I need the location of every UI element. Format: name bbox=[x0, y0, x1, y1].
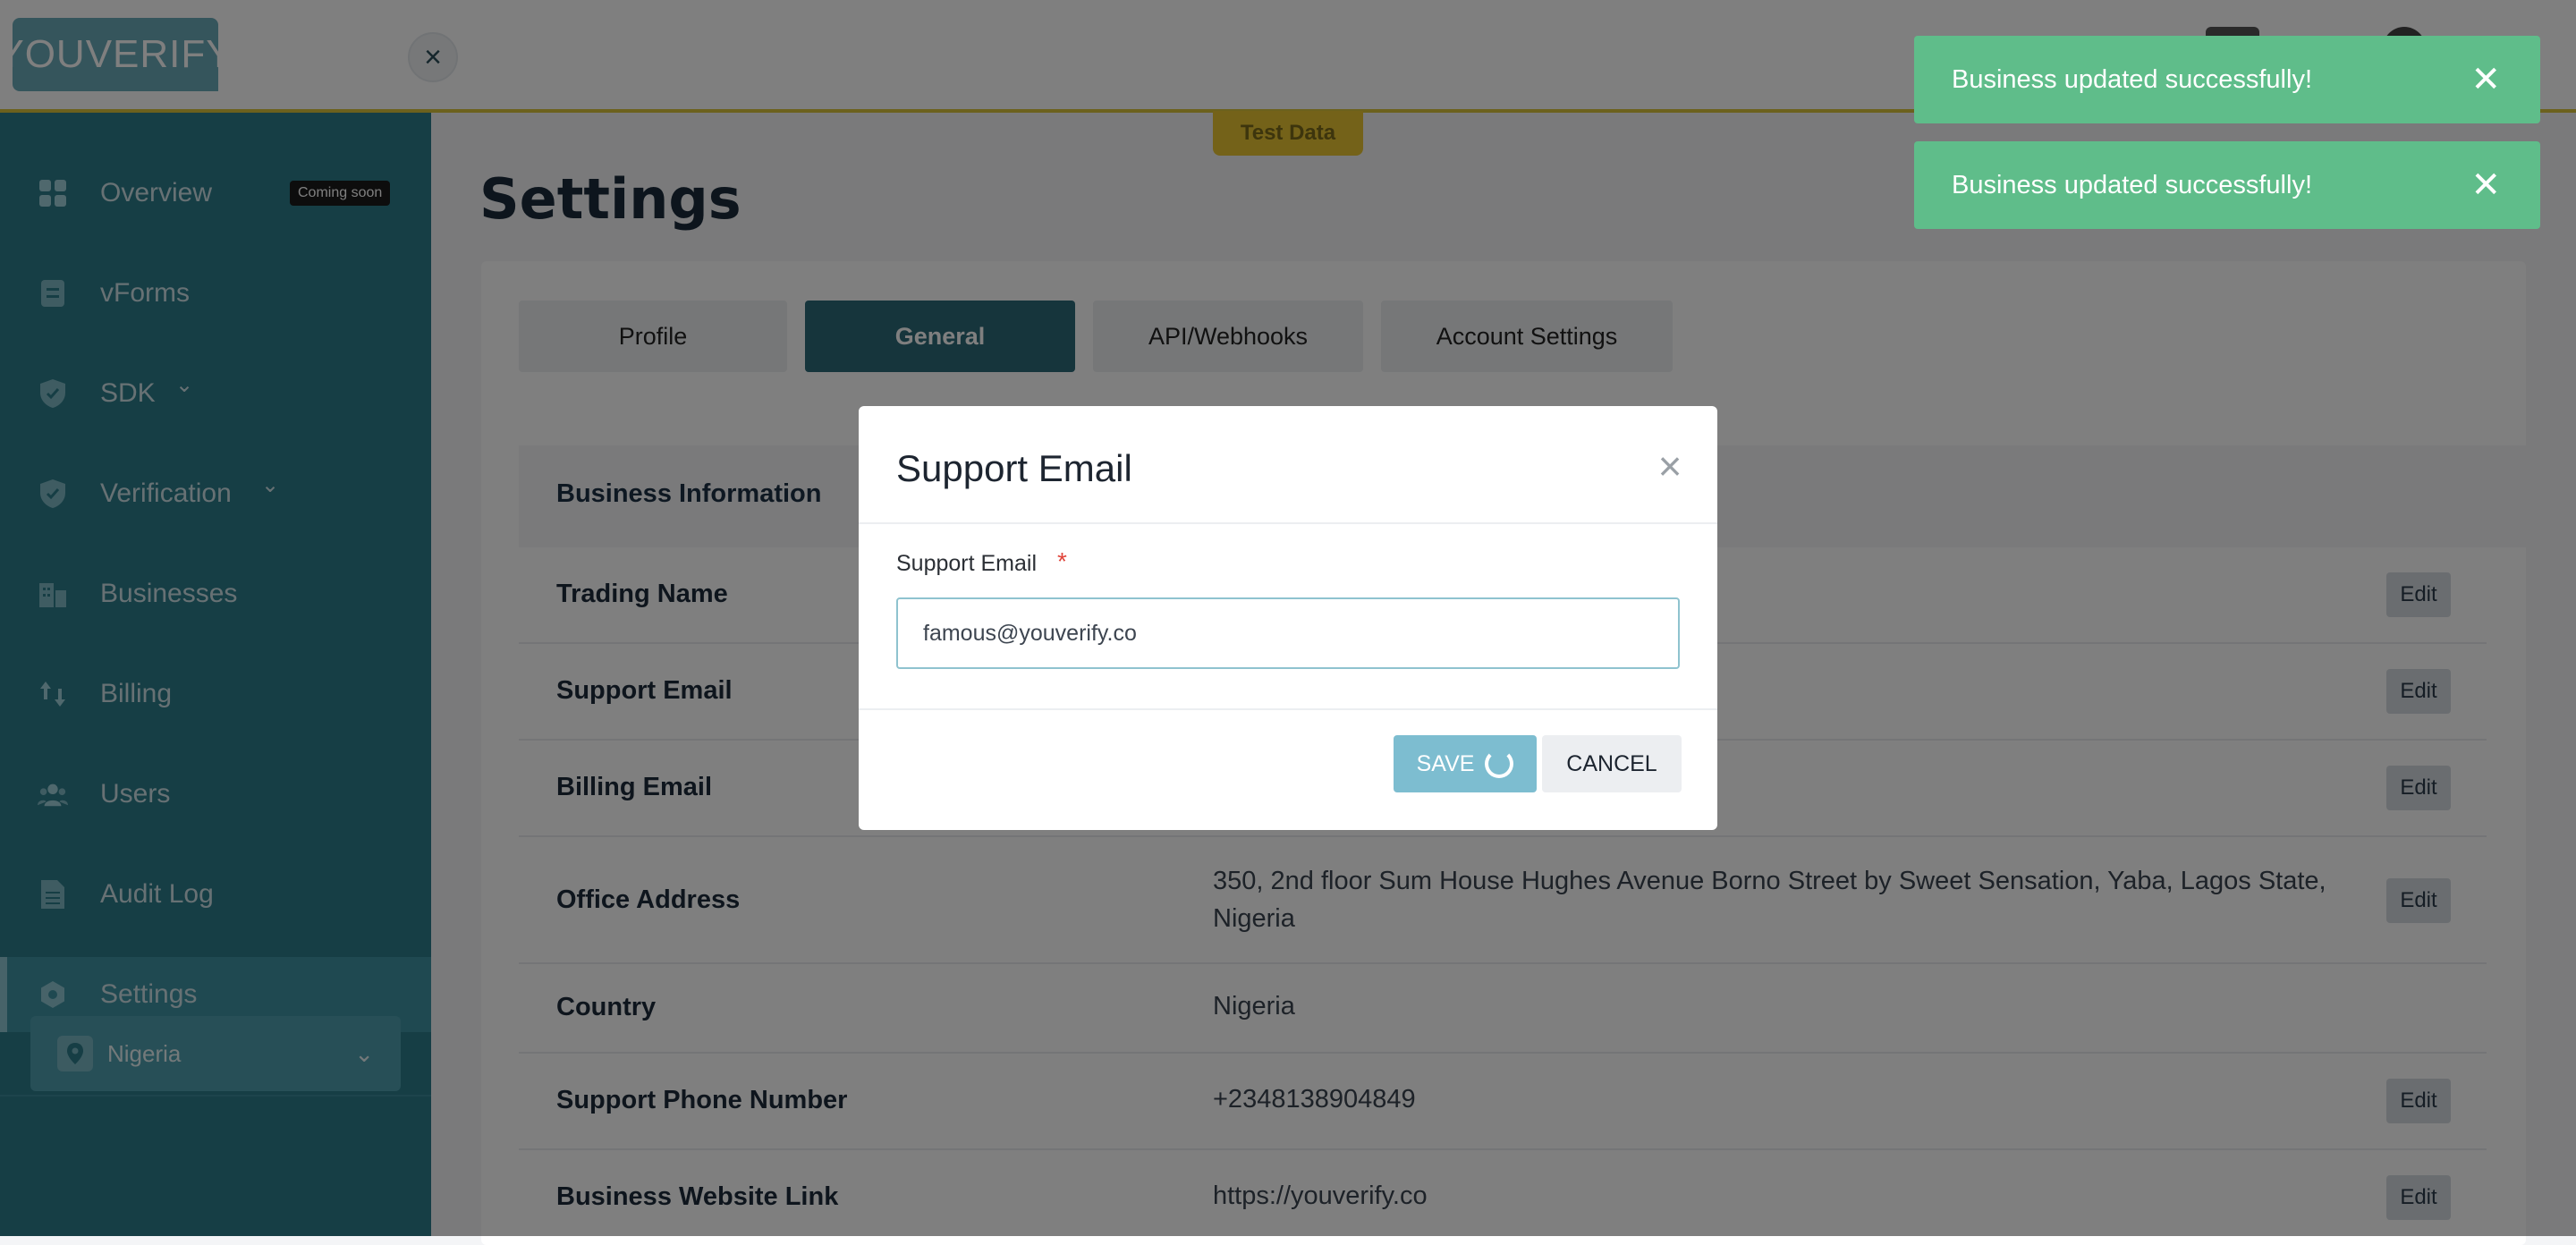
success-toast: Business updated successfully! ✕ bbox=[1914, 36, 2540, 123]
cancel-button[interactable]: CANCEL bbox=[1542, 735, 1682, 792]
close-dialog-button[interactable]: × bbox=[1649, 443, 1690, 489]
close-icon[interactable]: ✕ bbox=[2470, 59, 2501, 100]
success-toast: Business updated successfully! ✕ bbox=[1914, 141, 2540, 229]
required-marker: * bbox=[1057, 547, 1067, 575]
dialog-title: Support Email bbox=[896, 447, 1132, 489]
save-button[interactable]: SAVE bbox=[1394, 735, 1537, 792]
support-email-label: Support Email bbox=[896, 551, 1038, 576]
support-email-input[interactable] bbox=[896, 597, 1680, 669]
close-icon: × bbox=[1657, 443, 1682, 489]
divider bbox=[859, 708, 1717, 710]
loading-spinner-icon bbox=[1485, 750, 1514, 778]
close-icon[interactable]: ✕ bbox=[2470, 165, 2501, 206]
support-email-dialog: Support Email × Support Email * SAVE CAN… bbox=[859, 406, 1717, 830]
save-button-label: SAVE bbox=[1416, 750, 1475, 776]
toast-message: Business updated successfully! bbox=[1952, 64, 2312, 94]
divider bbox=[859, 522, 1717, 524]
toast-message: Business updated successfully! bbox=[1952, 170, 2312, 199]
